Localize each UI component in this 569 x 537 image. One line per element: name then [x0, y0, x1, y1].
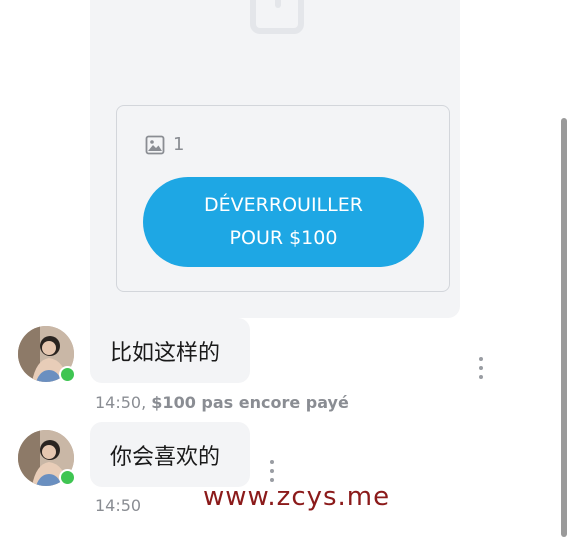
- message-bubble: 你会喜欢的: [90, 422, 250, 487]
- media-count-value: 1: [173, 134, 185, 155]
- media-count: 1: [145, 134, 184, 155]
- online-status-indicator: [59, 469, 76, 486]
- message-text: 你会喜欢的: [110, 444, 221, 470]
- online-status-indicator: [59, 366, 76, 383]
- message-bubble: 比如这样的: [90, 318, 250, 383]
- more-options-icon[interactable]: [267, 460, 277, 482]
- message-meta: 14:50, $100 pas encore payé: [95, 393, 349, 412]
- message-time: 14:50: [95, 496, 142, 515]
- message-time: 14:50,: [95, 393, 147, 412]
- scrollbar[interactable]: [561, 118, 567, 537]
- lock-icon: [250, 0, 304, 34]
- price-status: $100 pas encore payé: [151, 393, 349, 412]
- message-meta: 14:50: [95, 496, 141, 515]
- message-text: 比如这样的: [110, 340, 221, 366]
- unlock-label-line2: POUR $100: [229, 227, 338, 249]
- watermark-text: www.zcys.me: [203, 482, 391, 512]
- unlock-label-line1: DÉVERROUILLER: [204, 194, 363, 216]
- unlock-button[interactable]: DÉVERROUILLER POUR $100: [143, 177, 424, 267]
- locked-media-card: 1 DÉVERROUILLER POUR $100: [90, 0, 460, 318]
- more-options-icon[interactable]: [476, 357, 486, 379]
- image-icon: [145, 135, 165, 154]
- media-frame: 1 DÉVERROUILLER POUR $100: [116, 105, 450, 292]
